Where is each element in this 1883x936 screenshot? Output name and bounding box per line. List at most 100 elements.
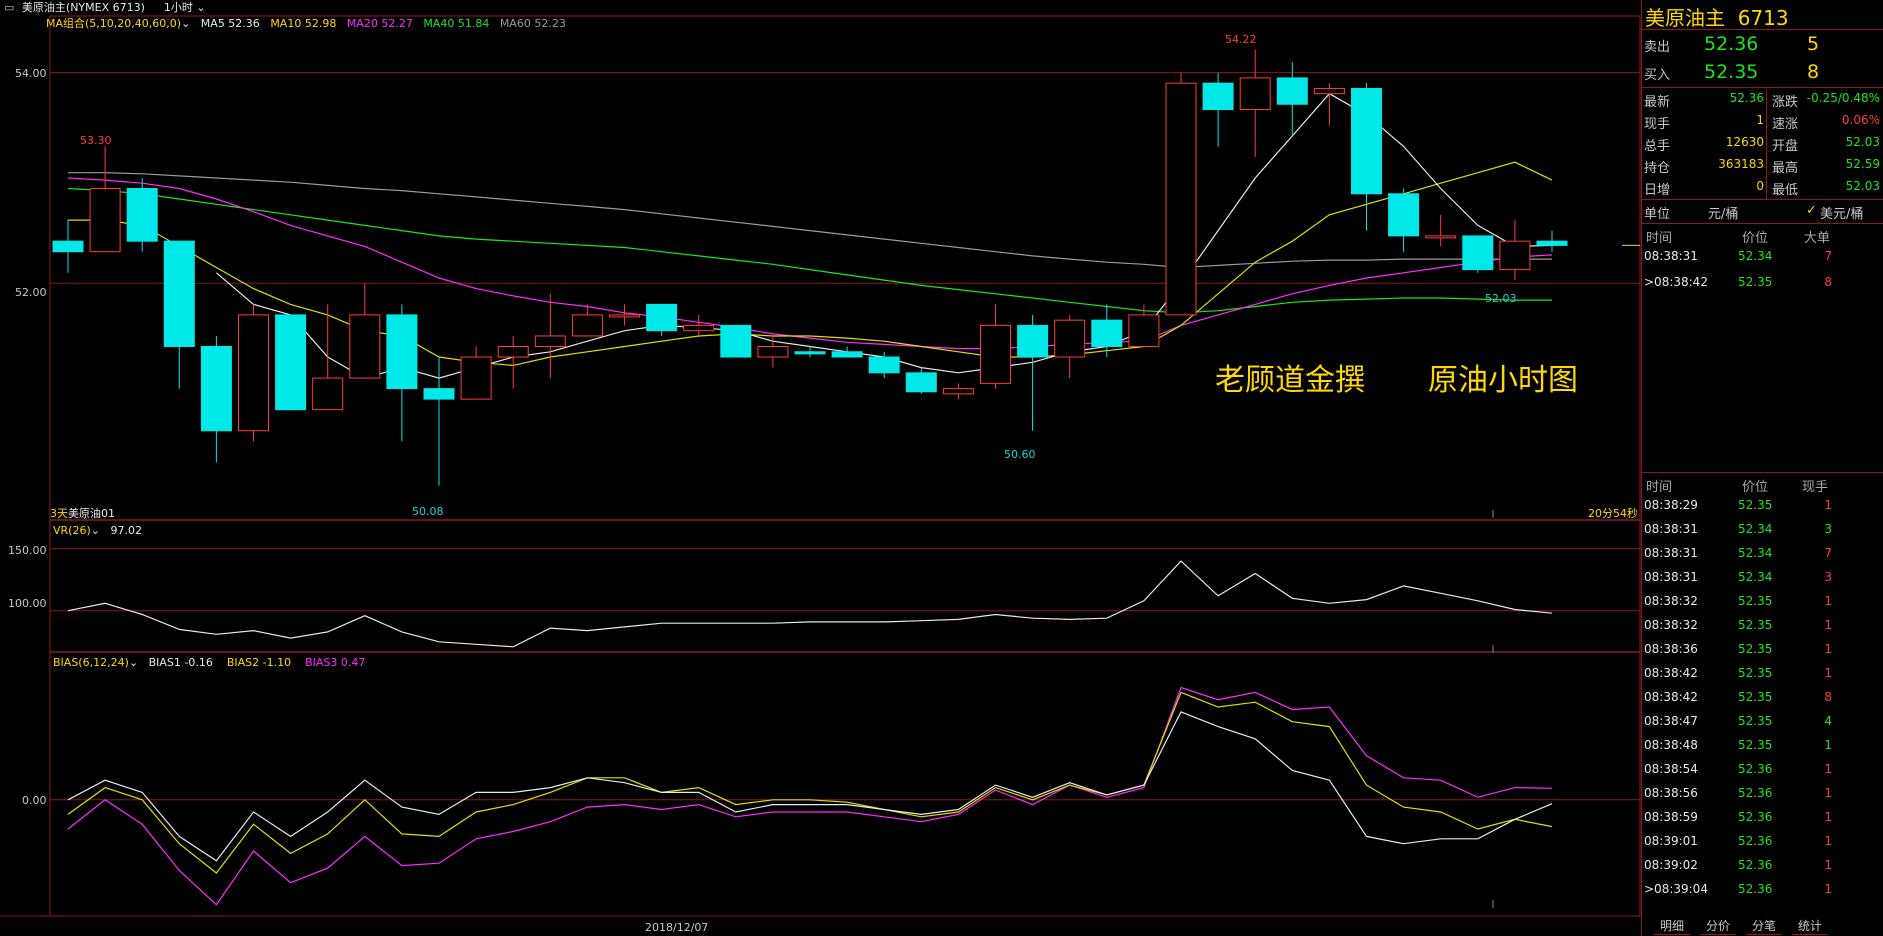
tick-qty: 3 [1824,570,1832,584]
chart-area[interactable] [0,0,1641,936]
watermark-title: 原油小时图 [1428,363,1578,398]
candle-body [1536,240,1568,246]
bias1-line [67,711,1553,862]
unit-value[interactable]: 元/桶 [1708,203,1738,222]
unit-row[interactable]: 单位 元/桶 ✓ 美元/桶 [1642,203,1883,222]
candle-body [349,314,381,379]
tick-header: 价位 [1742,480,1769,495]
tick-price: 52.35 [1738,594,1773,608]
sell-qty: 5 [1807,33,1820,55]
ma20-label: MA20 52.27 [346,17,413,30]
tick-price: 52.34 [1738,522,1773,536]
stat-separator [1766,89,1767,111]
vr-label[interactable]: VR(26) [53,524,91,537]
candle-body [460,356,492,400]
big-orders-header: 大单 [1804,231,1831,246]
tick-time: 08:38:29 [1644,498,1698,512]
tab-2[interactable]: 分价 [1700,918,1737,935]
tab-3[interactable]: 分笔 [1746,918,1783,935]
ma-combo-label[interactable]: MA组合(5,10,20,40,60,0) [46,17,181,30]
tick-time: 08:38:31 [1644,546,1698,560]
candle-body [646,303,678,332]
stat-separator [1766,111,1767,133]
tick-price: 52.36 [1738,834,1773,848]
bias-label[interactable]: BIAS(6,12,24) [53,656,129,669]
tick-time: 08:38:59 [1644,810,1698,824]
stat-separator [1766,177,1767,199]
candle-body [1499,240,1531,271]
candle-body [386,314,418,390]
candle-body [831,351,863,358]
candle-body [534,335,566,347]
tick-time: 08:38:36 [1644,642,1698,656]
tick-qty: 1 [1824,618,1832,632]
stat-label: 现手 [1644,117,1671,132]
annotation-high-2: 54.22 [1225,33,1257,46]
ma-legend: MA组合(5,10,20,40,60,0)⌄ MA5 52.36 MA10 52… [46,15,566,31]
stat-value: -0.25/0.48% [1806,91,1880,105]
chevron-down-icon[interactable]: ⌄ [181,17,190,30]
sell-label: 卖出 [1644,40,1671,55]
tab-4[interactable]: 统计 [1792,918,1829,935]
tick-time: 08:38:42 [1644,690,1698,704]
tick-header: 现手 [1802,480,1829,495]
tick-time: 08:38:56 [1644,786,1698,800]
ma40-label: MA40 51.84 [423,17,490,30]
buy-label: 买入 [1644,68,1671,83]
candle-body [126,188,158,242]
stat-label: 开盘 [1772,139,1799,154]
stat-label: 最新 [1644,95,1671,110]
vr-line [67,560,1553,648]
tick-price: 52.36 [1738,858,1773,872]
sell-price: 52.36 [1704,33,1759,55]
buy-qty: 8 [1807,61,1820,83]
vr-value: 97.02 [110,524,142,537]
tick-qty: 1 [1824,762,1832,776]
tick-qty: 8 [1824,690,1832,704]
vr-tick-100: 100.00 [8,597,47,610]
candle-body [1313,87,1345,95]
buy-price: 52.35 [1704,61,1759,83]
buy-row[interactable]: 买入 52.35 8 [1642,60,1883,86]
tick-time: 08:38:54 [1644,762,1698,776]
tick-qty: 4 [1824,714,1832,728]
candle-body [1128,314,1160,347]
tab-1[interactable]: 明细 [1654,918,1691,935]
stat-value: 52.59 [1845,157,1880,171]
panel-title: 美原油主 6713 [1645,2,1883,30]
tick-qty: 1 [1824,810,1832,824]
candle-body [1425,235,1457,239]
quote-panel: 美原油主 6713 卖出 52.36 5 买入 52.35 8 最新 52.36 涨… [1641,0,1883,936]
candle-body [1351,87,1382,195]
tick-time: 08:38:31 [1644,522,1698,536]
unit-check-label[interactable]: 美元/桶 [1820,203,1863,222]
ma60-label: MA60 52.23 [499,17,566,30]
candle-body [980,324,1011,384]
stat-value: 52.03 [1845,135,1880,149]
bias1-label: BIAS1 -0.16 [148,656,213,669]
tick-qty: 1 [1824,498,1832,512]
tick-price: 52.35 [1738,498,1773,512]
candle-body [1388,193,1420,237]
candle-body [312,377,344,411]
bias3-label: BIAS3 0.47 [305,656,366,669]
candle-body [1054,319,1086,358]
candle-body [571,314,603,337]
range-label: 3天美原油01 [50,507,115,520]
big-order-price: 52.35 [1738,275,1773,289]
chevron-down-icon[interactable]: ⌄ [91,524,100,537]
tick-price: 52.35 [1738,690,1773,704]
tick-price: 52.34 [1738,546,1773,560]
sell-row[interactable]: 卖出 52.36 5 [1642,32,1883,58]
bias-tick-0: 0.00 [22,794,47,807]
tick-qty: 3 [1824,522,1832,536]
stat-value: 1 [1756,113,1764,127]
candle-body [89,188,121,253]
tick-time: >08:39:04 [1644,882,1708,896]
candle-body [757,345,789,358]
check-icon[interactable]: ✓ [1806,203,1817,218]
stat-value: 52.03 [1845,179,1880,193]
chevron-down-icon[interactable]: ⌄ [129,656,138,669]
stat-value: 0.06% [1841,113,1880,127]
instrument-code: 6713 [1737,6,1789,30]
